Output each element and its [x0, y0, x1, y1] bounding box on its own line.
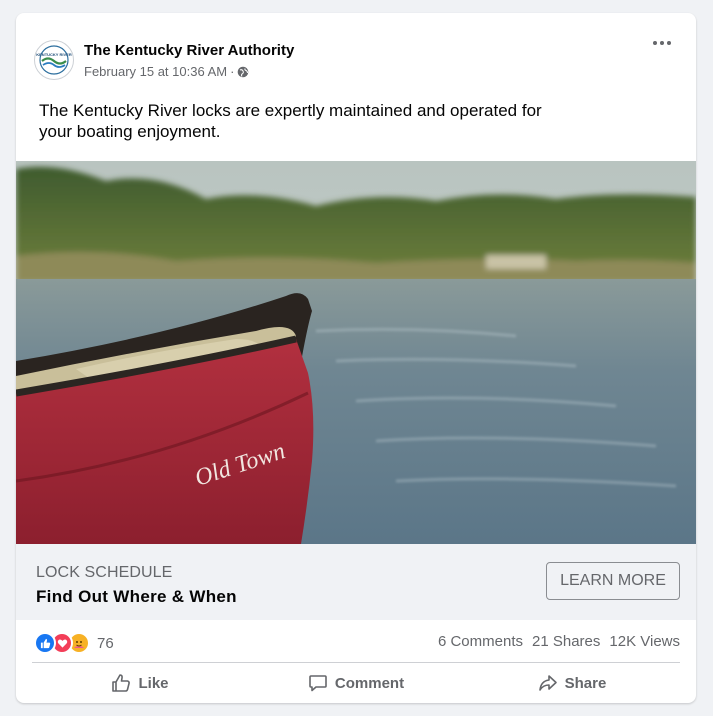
- shares-count[interactable]: 21 Shares: [532, 633, 600, 650]
- post-image[interactable]: Old Town: [16, 161, 696, 544]
- post-meta: February 15 at 10:36 AM ·: [84, 64, 249, 79]
- comment-label: Comment: [334, 674, 405, 692]
- views-count: 12K Views: [609, 633, 680, 650]
- engagement-counts: 6 Comments 21 Shares 12K Views: [438, 633, 680, 650]
- like-reaction-icon: [34, 632, 56, 654]
- kentucky-river-logo: KENTUCKY RIVER: [36, 45, 72, 75]
- post-text: The Kentucky River locks are expertly ma…: [39, 101, 542, 141]
- share-label: Share: [564, 674, 607, 692]
- thumbs-up-icon: [111, 673, 131, 693]
- reaction-count[interactable]: 76: [97, 635, 114, 652]
- comment-button[interactable]: Comment: [248, 663, 464, 703]
- reactions[interactable]: 76: [34, 632, 114, 654]
- link-caption: LOCK SCHEDULE: [36, 564, 173, 581]
- link-title[interactable]: Find Out Where & When: [36, 587, 237, 607]
- link-preview[interactable]: LOCK SCHEDULE Find Out Where & When LEAR…: [16, 544, 696, 620]
- like-label: Like: [138, 674, 169, 692]
- meta-separator: ·: [230, 64, 235, 79]
- share-button[interactable]: Share: [464, 663, 680, 703]
- comments-count[interactable]: 6 Comments: [438, 633, 523, 650]
- learn-more-button[interactable]: LEARN MORE: [546, 562, 680, 600]
- post-timestamp[interactable]: February 15 at 10:36 AM: [84, 64, 227, 79]
- more-options-icon[interactable]: [650, 33, 674, 53]
- page-name[interactable]: The Kentucky River Authority: [84, 42, 294, 59]
- engagement-bar: 76 6 Comments 21 Shares 12K Views: [32, 620, 680, 663]
- page-avatar[interactable]: KENTUCKY RIVER: [34, 40, 74, 80]
- globe-icon: [237, 66, 249, 78]
- action-bar: Like Comment Share: [32, 663, 680, 703]
- comment-icon: [308, 673, 328, 693]
- share-arrow-icon: [538, 673, 558, 693]
- post-card: KENTUCKY RIVER The Kentucky River Author…: [16, 13, 696, 703]
- like-button[interactable]: Like: [32, 663, 248, 703]
- svg-text:KENTUCKY RIVER: KENTUCKY RIVER: [36, 52, 72, 57]
